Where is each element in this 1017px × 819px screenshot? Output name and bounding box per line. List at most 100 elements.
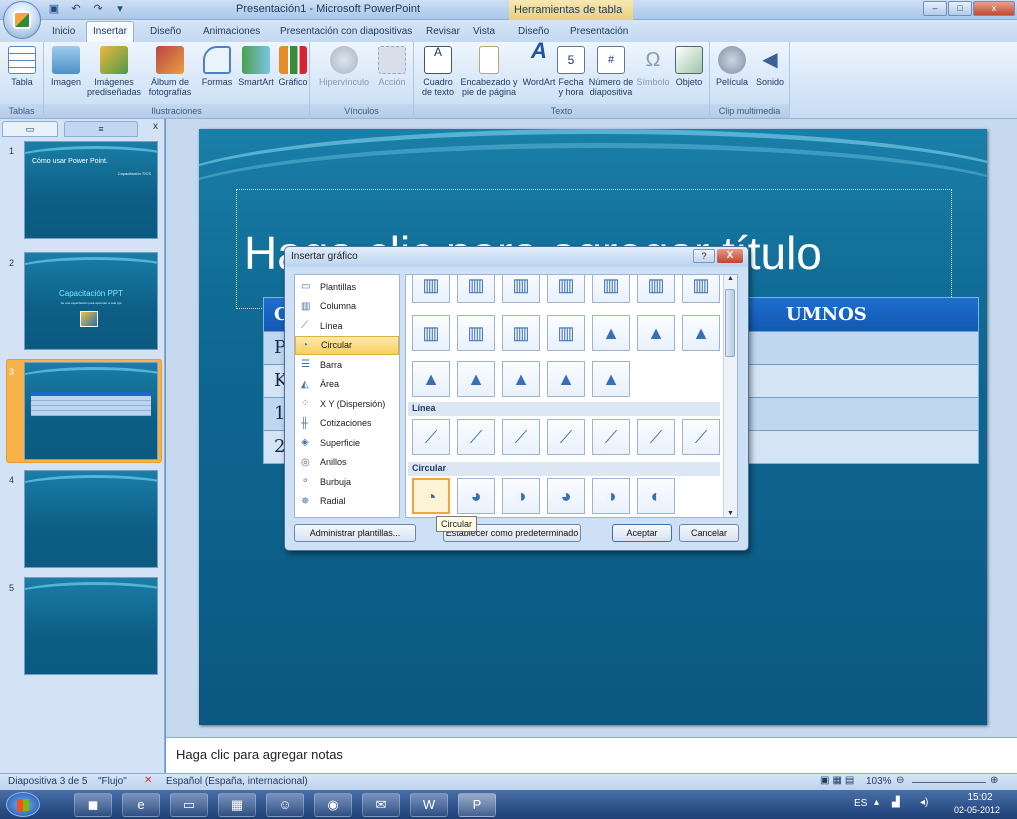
scroll-down-icon[interactable]: ▼	[724, 510, 737, 517]
tab-animaciones[interactable]: Animaciones	[197, 24, 266, 39]
close-panel-icon[interactable]: x	[153, 121, 158, 132]
scroll-thumb[interactable]	[725, 289, 735, 357]
firefox-icon[interactable]: ◉	[314, 793, 352, 817]
category-radial[interactable]: ✵ Radial	[295, 492, 399, 512]
cone-chart-option[interactable]: ▲	[637, 315, 675, 351]
gallery-scrollbar[interactable]: ▲ ▼	[723, 275, 737, 517]
view-buttons-icon[interactable]: ▣▦▤	[820, 775, 857, 786]
ok-button[interactable]: Aceptar	[612, 524, 672, 542]
scroll-up-icon[interactable]: ▲	[724, 275, 737, 282]
clock-date[interactable]: 02-05-2012	[954, 805, 1000, 815]
zoom-out-icon[interactable]: ⊖	[896, 775, 904, 786]
smartart-button[interactable]: SmartArt	[236, 46, 276, 87]
line-chart-option[interactable]: ⟋	[547, 419, 585, 455]
pie-chart-option[interactable]: ◐	[637, 478, 675, 514]
objeto-button[interactable]: Objeto	[672, 46, 706, 87]
accion-button[interactable]: Acción	[374, 46, 410, 87]
tab-presentacion-diapositivas[interactable]: Presentación con diapositivas	[274, 24, 418, 39]
pyramid-chart-option[interactable]: ▲	[457, 361, 495, 397]
powerpoint-taskbar-icon[interactable]: P	[458, 793, 496, 817]
column-chart-option[interactable]: ▥	[412, 275, 450, 303]
column-chart-option[interactable]: ▥	[682, 275, 720, 303]
category-burbuja[interactable]: ⚬ Burbuja	[295, 472, 399, 492]
line-chart-option[interactable]: ⟋	[502, 419, 540, 455]
formas-button[interactable]: Formas	[200, 46, 234, 87]
line-chart-option[interactable]: ⟋	[412, 419, 450, 455]
messenger-icon[interactable]: ☺	[266, 793, 304, 817]
language[interactable]: Español (España, internacional)	[166, 776, 308, 787]
sonido-button[interactable]: ◀ Sonido	[752, 46, 788, 87]
slide-thumbnail-2[interactable]: Capacitación PPT Se una capacitación par…	[24, 252, 158, 350]
clock-time[interactable]: 15:02	[960, 792, 1000, 803]
column-chart-option[interactable]: ▥	[547, 275, 585, 303]
internet-explorer-icon[interactable]: e	[122, 793, 160, 817]
slides-tab[interactable]: ▭	[2, 121, 58, 137]
pie-chart-option[interactable]: ◑	[502, 478, 540, 514]
column-chart-option[interactable]: ▥	[592, 275, 630, 303]
category-anillos[interactable]: ◎ Anillos	[295, 453, 399, 473]
zoom-slider[interactable]	[912, 782, 986, 783]
category-columna[interactable]: ▥ Columna	[295, 297, 399, 317]
imagen-button[interactable]: Imagen	[48, 46, 84, 87]
category-circular[interactable]: ◔ Circular	[295, 335, 399, 355]
notes-pane[interactable]: Haga clic para agregar notas	[166, 737, 1017, 773]
album-button[interactable]: Álbum de fotografías	[144, 46, 196, 97]
slide-thumbnail-3[interactable]	[24, 362, 158, 460]
category-barra[interactable]: ☰ Barra	[295, 355, 399, 375]
pyramid-chart-option[interactable]: ▲	[592, 361, 630, 397]
grafico-button[interactable]: Gráfico	[276, 46, 310, 87]
slide-thumbnail-4[interactable]	[24, 470, 158, 568]
live-mail-icon[interactable]: ✉	[362, 793, 400, 817]
slide-thumbnail-1[interactable]: Cómo usar Power Point. Capacitación TICS	[24, 141, 158, 239]
office-button[interactable]	[3, 1, 41, 39]
category-cotizaciones[interactable]: ╫ Cotizaciones	[295, 414, 399, 434]
manage-templates-button[interactable]: Administrar plantillas...	[294, 524, 416, 542]
close-button[interactable]: x	[973, 1, 1015, 16]
pyramid-chart-option[interactable]: ▲	[412, 361, 450, 397]
folder-icon[interactable]: ▭	[170, 793, 208, 817]
imagenes-prediseñadas-button[interactable]: Imágenes prediseñadas	[86, 46, 142, 97]
line-chart-option[interactable]: ⟋	[637, 419, 675, 455]
pie-chart-option[interactable]: ◕	[457, 478, 495, 514]
fecha-button[interactable]: 5 Fecha y hora	[556, 46, 586, 97]
tab-insertar[interactable]: Insertar	[86, 21, 134, 42]
cylinder-chart-option[interactable]: ▥	[502, 315, 540, 351]
simbolo-button[interactable]: Ω Símbolo	[636, 46, 670, 87]
dialog-close-button[interactable]: X	[717, 249, 743, 263]
encabezado-button[interactable]: Encabezado y pie de página	[458, 46, 520, 97]
customize-qat-icon[interactable]: ▾	[112, 2, 128, 16]
numero-diapositiva-button[interactable]: # Número de diapositiva	[586, 46, 636, 97]
save-icon[interactable]: ▣	[46, 2, 62, 16]
cylinder-chart-option[interactable]: ▥	[457, 315, 495, 351]
category-plantillas[interactable]: ▭ Plantillas	[295, 277, 399, 297]
tab-diseno-tabla[interactable]: Diseño	[512, 24, 555, 39]
cuadro-texto-button[interactable]: A Cuadro de texto	[418, 46, 458, 97]
network-icon[interactable]: ▟	[892, 797, 900, 808]
column-chart-option[interactable]: ▥	[457, 275, 495, 303]
tab-revisar[interactable]: Revisar	[420, 24, 466, 39]
outline-tab[interactable]: ≡	[64, 121, 138, 137]
pyramid-chart-option[interactable]: ▲	[547, 361, 585, 397]
cylinder-chart-option[interactable]: ▥	[547, 315, 585, 351]
line-chart-option[interactable]: ⟋	[592, 419, 630, 455]
show-hidden-icons-icon[interactable]: ▴	[874, 797, 879, 808]
tab-presentacion-tabla[interactable]: Presentación	[564, 24, 634, 39]
taskbar-office-icon[interactable]: ◼	[74, 793, 112, 817]
column-chart-option[interactable]: ▥	[502, 275, 540, 303]
cylinder-chart-option[interactable]: ▥	[412, 315, 450, 351]
tab-inicio[interactable]: Inicio	[46, 24, 81, 39]
restore-button[interactable]: □	[948, 1, 972, 16]
pie-chart-option[interactable]: ◑	[592, 478, 630, 514]
undo-icon[interactable]: ↶	[68, 2, 84, 16]
hipervinculo-button[interactable]: Hipervínculo	[316, 46, 372, 87]
cancel-button[interactable]: Cancelar	[679, 524, 739, 542]
spelling-icon[interactable]: ✕	[144, 775, 152, 786]
language-indicator[interactable]: ES	[854, 798, 867, 809]
pelicula-button[interactable]: Película	[712, 46, 752, 87]
slide-thumbnail-5[interactable]	[24, 577, 158, 675]
cone-chart-option[interactable]: ▲	[682, 315, 720, 351]
volume-icon[interactable]: ◂)	[920, 797, 928, 808]
redo-icon[interactable]: ↷	[90, 2, 106, 16]
pyramid-chart-option[interactable]: ▲	[502, 361, 540, 397]
word-icon[interactable]: W	[410, 793, 448, 817]
